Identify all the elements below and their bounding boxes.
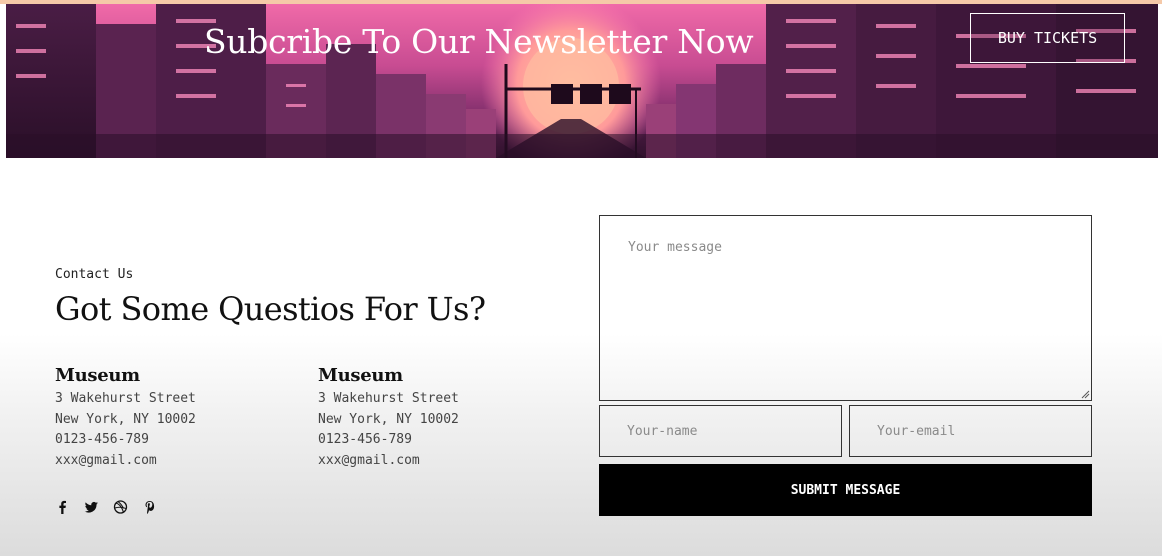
email-address: xxx@gmail.com (55, 452, 157, 468)
street-address: 3 Wakehurst Street (55, 391, 196, 406)
message-textarea[interactable] (599, 215, 1092, 401)
name-input[interactable] (599, 405, 842, 457)
contact-heading: Got Some Questios For Us? (55, 290, 486, 328)
social-links (55, 499, 157, 515)
buy-tickets-button[interactable]: BUY TICKETS (970, 13, 1125, 63)
phone-number: 0123-456-789 (55, 432, 149, 447)
facebook-icon[interactable] (55, 499, 70, 515)
newsletter-banner: Subcribe To Our Newsletter Now BUY TICKE… (6, 4, 1158, 158)
pinterest-icon[interactable] (142, 499, 157, 515)
twitter-icon[interactable] (84, 499, 99, 515)
street-address: 3 Wakehurst Street (318, 391, 459, 406)
newsletter-title: Subcribe To Our Newsletter Now (204, 22, 754, 61)
resize-grip-icon[interactable] (1080, 389, 1090, 399)
city-address: New York, NY 10002 (55, 411, 196, 427)
email-input[interactable] (849, 405, 1092, 457)
location-name: Museum (55, 365, 140, 386)
phone-number: 0123-456-789 (318, 432, 412, 447)
submit-message-button[interactable]: SUBMIT MESSAGE (599, 464, 1092, 516)
email-address: xxx@gmail.com (318, 452, 420, 468)
city-address: New York, NY 10002 (318, 411, 459, 427)
contact-eyebrow: Contact Us (55, 267, 134, 282)
location-name: Museum (318, 365, 403, 386)
address-block: Museum 3 Wakehurst Street New York, NY 1… (318, 365, 538, 471)
address-block: Museum 3 Wakehurst Street New York, NY 1… (55, 365, 275, 471)
dribbble-icon[interactable] (113, 499, 128, 515)
